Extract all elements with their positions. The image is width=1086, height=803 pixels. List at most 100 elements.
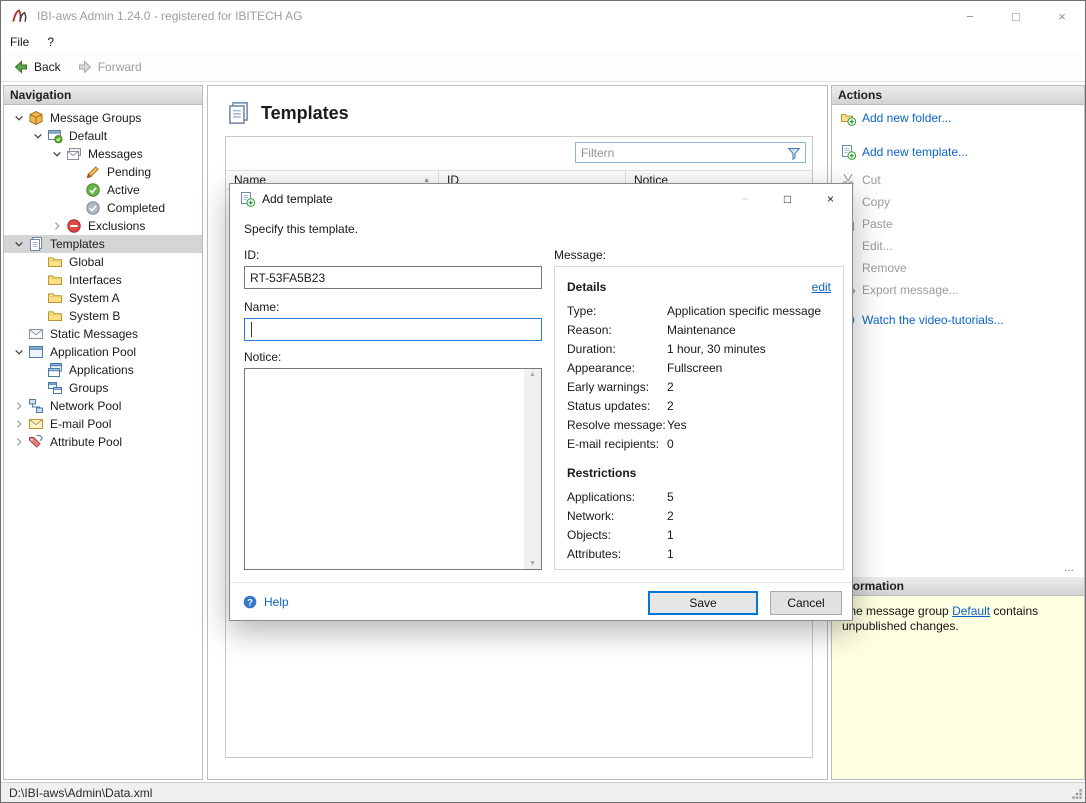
tree-item-label: Attribute Pool xyxy=(50,435,123,449)
summary-row-duration: Duration: 1 hour, 30 minutes xyxy=(567,339,831,358)
navigation-panel-header: Navigation xyxy=(4,86,202,105)
back-label: Back xyxy=(34,60,61,74)
default-group-link[interactable]: Default xyxy=(952,604,990,618)
summary-row-appearance: Appearance: Fullscreen xyxy=(567,358,831,377)
filter-input[interactable] xyxy=(576,145,786,160)
tree-item-groups[interactable]: Groups xyxy=(4,379,202,397)
help-button[interactable]: ? Help xyxy=(242,594,289,610)
actions-panel-header: Actions xyxy=(832,86,1084,105)
network-pool-icon xyxy=(28,398,44,414)
minimize-button[interactable]: − xyxy=(947,1,993,31)
chevron-down-icon[interactable] xyxy=(10,344,28,360)
id-label: ID: xyxy=(244,248,260,262)
chevron-down-icon[interactable] xyxy=(10,110,28,126)
cancel-button[interactable]: Cancel xyxy=(770,591,842,615)
applications-icon xyxy=(47,362,63,378)
resize-grip[interactable] xyxy=(1071,788,1083,800)
chevron-right-icon[interactable] xyxy=(10,398,28,414)
dialog-title: Add template xyxy=(262,192,333,206)
action-copy[interactable]: Copy xyxy=(832,191,1084,213)
dialog-minimize-button: − xyxy=(740,192,748,206)
tree-item-attribute-pool[interactable]: Attribute Pool xyxy=(4,433,202,451)
summary-value: 1 xyxy=(667,527,674,542)
tree-item-messages[interactable]: Messages xyxy=(4,145,202,163)
tree-item-interfaces[interactable]: Interfaces xyxy=(4,271,202,289)
tree-item-label: System B xyxy=(69,309,121,323)
name-input[interactable] xyxy=(244,318,542,341)
chevron-right-icon[interactable] xyxy=(48,218,66,234)
chevron-right-icon[interactable] xyxy=(10,416,28,432)
tree-item-network-pool[interactable]: Network Pool xyxy=(4,397,202,415)
action-cut[interactable]: Cut xyxy=(832,169,1084,191)
tree-item-label: Interfaces xyxy=(69,273,122,287)
exclusions-icon xyxy=(66,218,82,234)
tree-item-label: E-mail Pool xyxy=(50,417,112,431)
close-button[interactable]: × xyxy=(1039,1,1085,31)
email-pool-icon xyxy=(28,416,44,432)
summary-label: Early warnings: xyxy=(567,379,650,394)
tree-item-label: Network Pool xyxy=(50,399,122,413)
edit-link[interactable]: edit xyxy=(812,280,831,294)
action-export-message[interactable]: Export message... xyxy=(832,279,1084,301)
summary-row-objects: Objects: 1 xyxy=(567,525,831,544)
chevron-down-icon[interactable] xyxy=(10,236,28,252)
default-group-icon xyxy=(47,128,63,144)
tree-item-application-pool[interactable]: Application Pool xyxy=(4,343,202,361)
tree-item-label: Active xyxy=(107,183,140,197)
menu-help[interactable]: ? xyxy=(38,31,63,53)
summary-row-e-mail-recipients: E-mail recipients: 0 xyxy=(567,434,831,453)
chevron-down-icon[interactable] xyxy=(29,128,47,144)
maximize-button[interactable]: □ xyxy=(993,1,1039,31)
chevron-right-icon[interactable] xyxy=(10,434,28,450)
tree-item-label: Templates xyxy=(50,237,105,251)
dialog-close-button[interactable]: × xyxy=(809,184,852,214)
action-watch-the-video-tutorials[interactable]: Watch the video-tutorials... xyxy=(832,309,1084,331)
tree-item-exclusions[interactable]: Exclusions xyxy=(4,217,202,235)
summary-row-status-updates: Status updates: 2 xyxy=(567,396,831,415)
dialog-titlebar[interactable]: Add template − □ × xyxy=(230,184,852,214)
text-cursor xyxy=(251,322,252,337)
tree-item-message-groups[interactable]: Message Groups xyxy=(4,109,202,127)
action-remove[interactable]: Remove xyxy=(832,257,1084,279)
chevron-down-icon[interactable] xyxy=(48,146,66,162)
summary-value: 2 xyxy=(667,508,674,523)
tree-item-label: Messages xyxy=(88,147,143,161)
tree-item-default[interactable]: Default xyxy=(4,127,202,145)
titlebar[interactable]: IBI-aws Admin 1.24.0 - registered for IB… xyxy=(1,1,1085,31)
tree-item-label: Applications xyxy=(69,363,134,377)
tree-item-active[interactable]: Active xyxy=(4,181,202,199)
notice-scrollbar[interactable]: ▲ ▼ xyxy=(524,369,541,569)
action-paste[interactable]: Paste xyxy=(832,213,1084,235)
forward-button[interactable]: Forward xyxy=(69,55,150,79)
action-add-new-template[interactable]: Add new template... xyxy=(832,141,1084,163)
tree-item-system-a[interactable]: System A xyxy=(4,289,202,307)
window-title: IBI-aws Admin 1.24.0 - registered for IB… xyxy=(37,9,303,23)
dialog-maximize-button[interactable]: □ xyxy=(766,184,809,214)
id-input[interactable] xyxy=(244,266,542,289)
tree-item-global[interactable]: Global xyxy=(4,253,202,271)
tree-item-templates[interactable]: Templates xyxy=(4,235,202,253)
scroll-down-icon: ▼ xyxy=(529,560,536,567)
menubar: File ? xyxy=(1,31,1085,53)
notice-input[interactable] xyxy=(245,369,524,569)
tree-item-applications[interactable]: Applications xyxy=(4,361,202,379)
tree-item-e-mail-pool[interactable]: E-mail Pool xyxy=(4,415,202,433)
tree-item-system-b[interactable]: System B xyxy=(4,307,202,325)
action-add-new-folder[interactable]: Add new folder... xyxy=(832,107,1084,129)
tree-item-pending[interactable]: Pending xyxy=(4,163,202,181)
menu-file[interactable]: File xyxy=(1,31,38,53)
action-edit[interactable]: Edit... xyxy=(832,235,1084,257)
summary-label: Resolve message: xyxy=(567,417,666,432)
summary-value: 1 hour, 30 minutes xyxy=(667,341,766,356)
information-panel-header: Information xyxy=(832,577,1084,596)
tree-item-completed[interactable]: Completed xyxy=(4,199,202,217)
navigation-panel: Navigation Message Groups Default Messages… xyxy=(3,85,203,780)
save-button[interactable]: Save xyxy=(648,591,758,615)
back-button[interactable]: Back xyxy=(5,55,69,79)
tree-item-static-messages[interactable]: Static Messages xyxy=(4,325,202,343)
restrictions-header: Restrictions xyxy=(567,466,637,480)
